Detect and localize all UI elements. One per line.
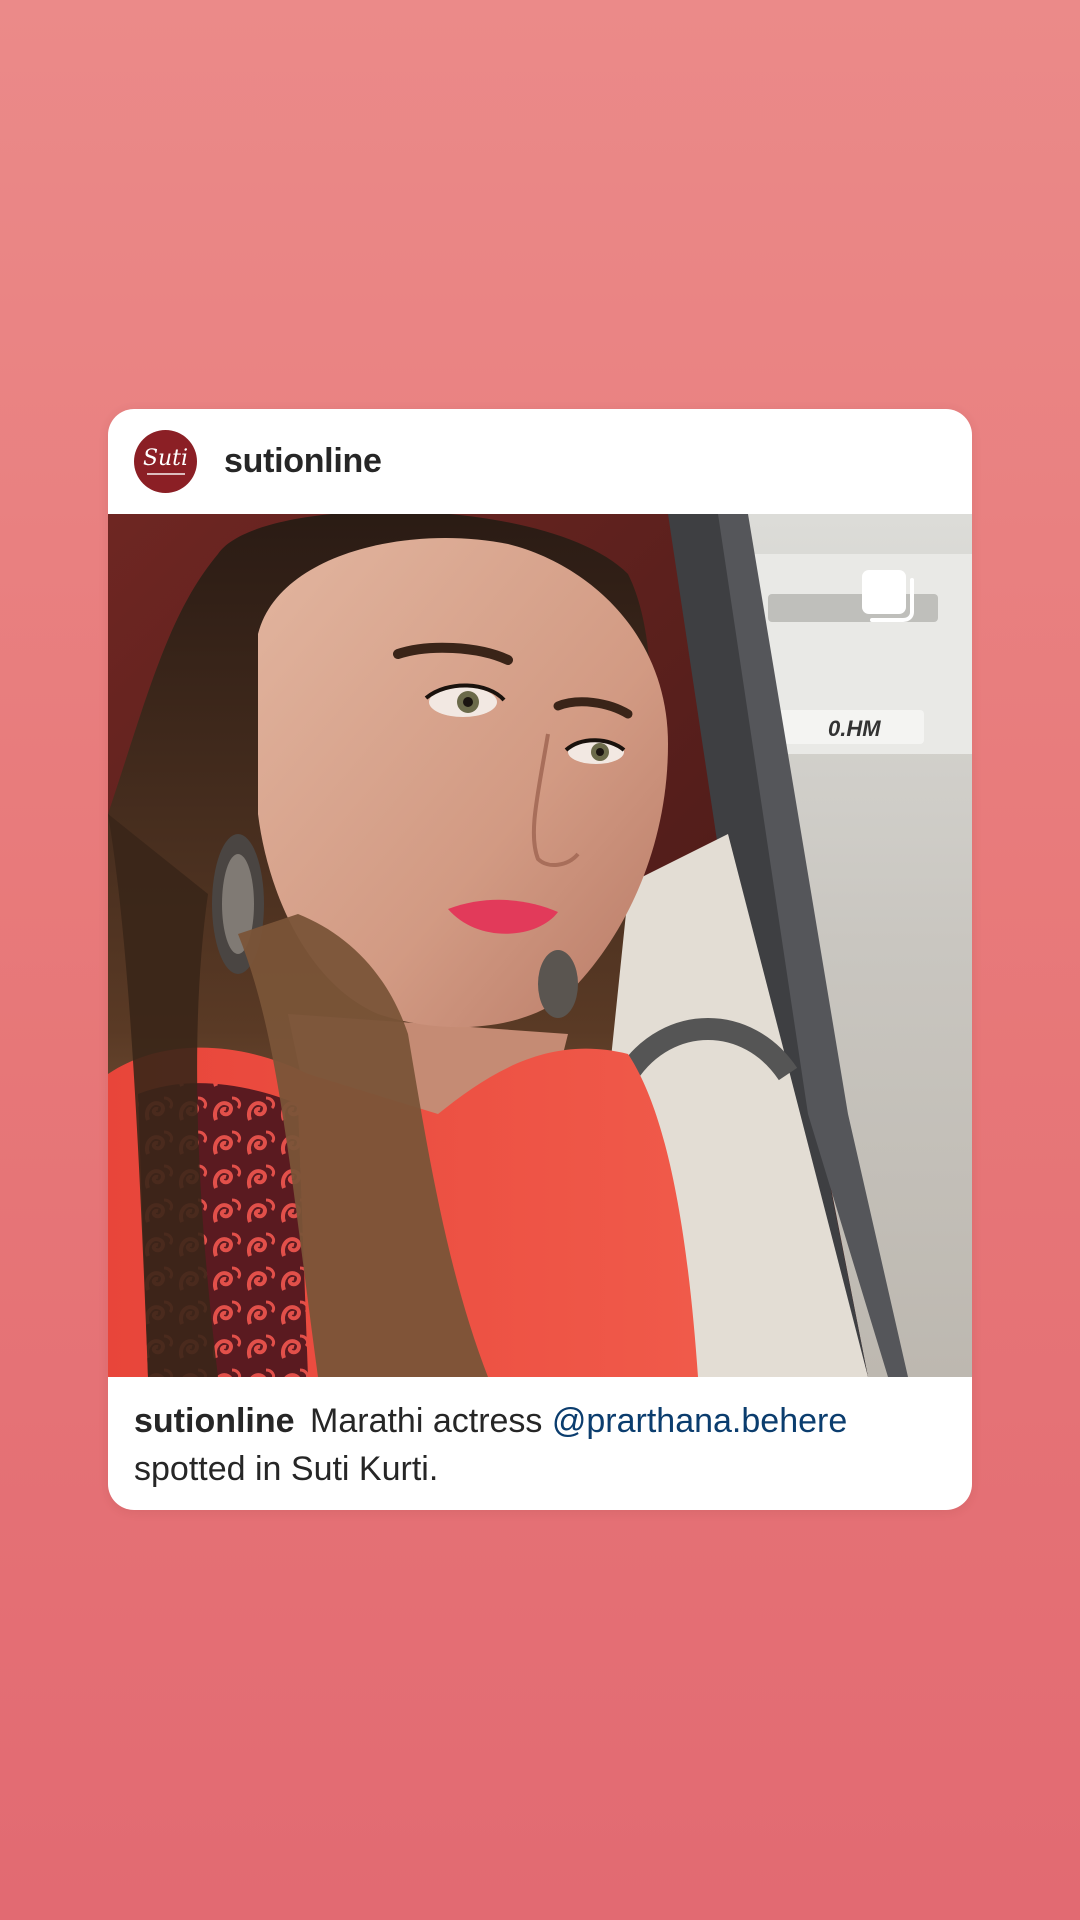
photo-illustration: 0.HM	[108, 514, 972, 1377]
plate-text: 0.HM	[828, 716, 881, 741]
post-caption: sutionline Marathi actress @prarthana.be…	[108, 1377, 972, 1493]
logo-underline	[146, 473, 185, 475]
caption-text-before: Marathi actress	[310, 1402, 543, 1440]
post-username[interactable]: sutionline	[224, 442, 382, 481]
post-header: Suti sutionline	[108, 409, 972, 514]
caption-text-after: spotted in Suti Kurti.	[134, 1450, 439, 1488]
post-card[interactable]: Suti sutionline 0.HM sutionline Marathi …	[108, 409, 972, 1510]
caption-username[interactable]: sutionline	[134, 1402, 295, 1440]
suti-logo: Suti	[142, 446, 189, 471]
caption-mention-link[interactable]: @prarthana.behere	[552, 1402, 847, 1440]
multiple-posts-icon[interactable]	[858, 566, 916, 624]
avatar[interactable]: Suti	[134, 430, 197, 493]
post-photo[interactable]: 0.HM	[108, 514, 972, 1377]
